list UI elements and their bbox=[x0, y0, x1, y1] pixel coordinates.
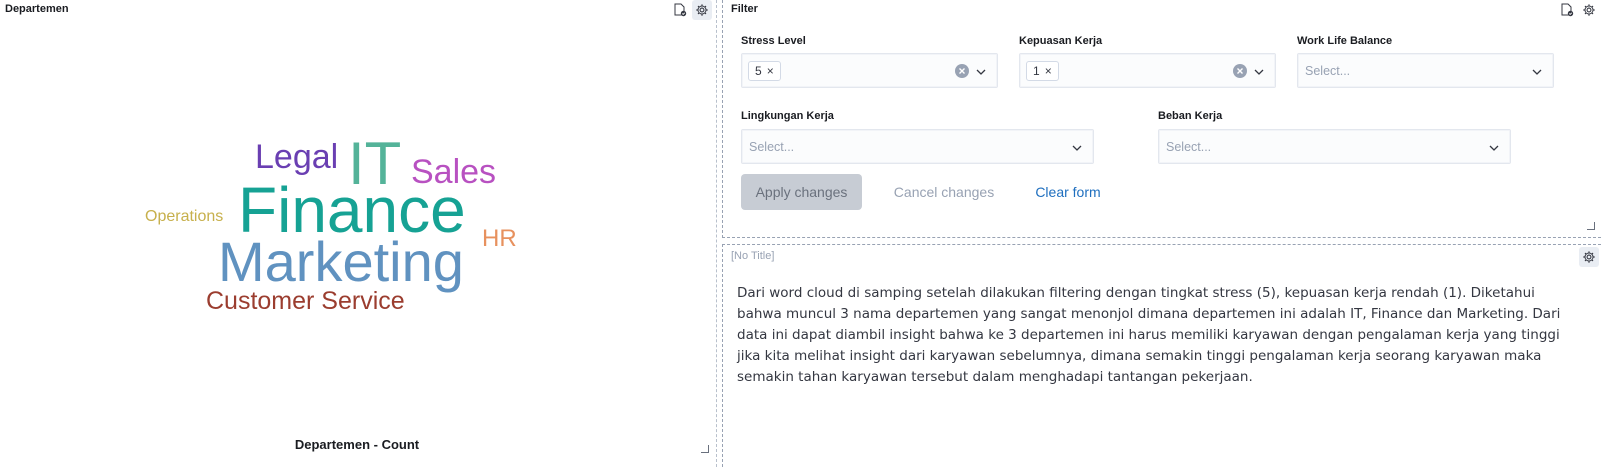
word-customer-service[interactable]: Customer Service bbox=[206, 289, 405, 314]
chip-value: 1 bbox=[1033, 64, 1040, 78]
apply-changes-button[interactable]: Apply changes bbox=[741, 174, 862, 210]
clear-icon[interactable] bbox=[1233, 64, 1247, 78]
chevron-down-icon[interactable] bbox=[1253, 65, 1265, 83]
clear-icon[interactable] bbox=[955, 64, 969, 78]
stress-level-label: Stress Level bbox=[741, 35, 806, 47]
panel-title: [No Title] bbox=[731, 250, 775, 262]
kepuasan-kerja-label: Kepuasan Kerja bbox=[1019, 35, 1103, 47]
chevron-down-icon[interactable] bbox=[975, 65, 987, 83]
word-cloud: IT Finance Marketing Legal Sales Custome… bbox=[0, 0, 714, 467]
departemen-panel: Departemen IT Finance Marketing Legal Sa… bbox=[0, 0, 714, 467]
select-placeholder: Select... bbox=[749, 140, 795, 154]
close-icon[interactable]: × bbox=[1045, 64, 1052, 78]
word-legal[interactable]: Legal bbox=[255, 140, 338, 174]
lingkungan-kerja-select[interactable]: Select... bbox=[741, 129, 1094, 164]
gear-icon[interactable] bbox=[1579, 0, 1599, 20]
chevron-down-icon[interactable] bbox=[1488, 141, 1500, 159]
filter-panel: Filter Stress Level 5 × Kepuasan Kerja 1… bbox=[722, 0, 1601, 238]
word-hr[interactable]: HR bbox=[482, 227, 517, 251]
beban-kerja-select[interactable]: Select... bbox=[1158, 129, 1511, 164]
close-icon[interactable]: × bbox=[767, 64, 774, 78]
panel-title: Filter bbox=[731, 3, 758, 15]
insight-text: Dari word cloud di samping setelah dilak… bbox=[737, 285, 1561, 385]
clear-form-button[interactable]: Clear form bbox=[1026, 174, 1110, 210]
word-marketing[interactable]: Marketing bbox=[218, 234, 464, 290]
beban-kerja-label: Beban Kerja bbox=[1158, 110, 1223, 122]
gear-icon[interactable] bbox=[1579, 247, 1599, 267]
resize-handle[interactable] bbox=[701, 445, 709, 453]
kepuasan-kerja-chip[interactable]: 1 × bbox=[1026, 61, 1059, 81]
lingkungan-kerja-label: Lingkungan Kerja bbox=[741, 110, 834, 122]
chart-caption: Departemen - Count bbox=[294, 437, 420, 452]
chevron-down-icon[interactable] bbox=[1071, 141, 1083, 159]
select-placeholder: Select... bbox=[1166, 140, 1212, 154]
cancel-changes-button[interactable]: Cancel changes bbox=[881, 174, 1007, 210]
word-sales[interactable]: Sales bbox=[411, 155, 496, 189]
work-life-balance-label: Work Life Balance bbox=[1297, 35, 1393, 47]
resize-handle[interactable] bbox=[1587, 222, 1595, 230]
chevron-down-icon[interactable] bbox=[1531, 65, 1543, 83]
markdown-panel: [No Title] Dari word cloud di samping se… bbox=[722, 244, 1601, 467]
chip-value: 5 bbox=[755, 64, 762, 78]
document-check-icon[interactable] bbox=[1557, 0, 1577, 20]
stress-level-select[interactable]: 5 × bbox=[741, 53, 998, 88]
work-life-balance-select[interactable]: Select... bbox=[1297, 53, 1554, 88]
panel-divider bbox=[716, 0, 717, 467]
kepuasan-kerja-select[interactable]: 1 × bbox=[1019, 53, 1276, 88]
stress-level-chip[interactable]: 5 × bbox=[748, 61, 781, 81]
word-operations[interactable]: Operations bbox=[145, 209, 223, 225]
select-placeholder: Select... bbox=[1305, 64, 1351, 78]
